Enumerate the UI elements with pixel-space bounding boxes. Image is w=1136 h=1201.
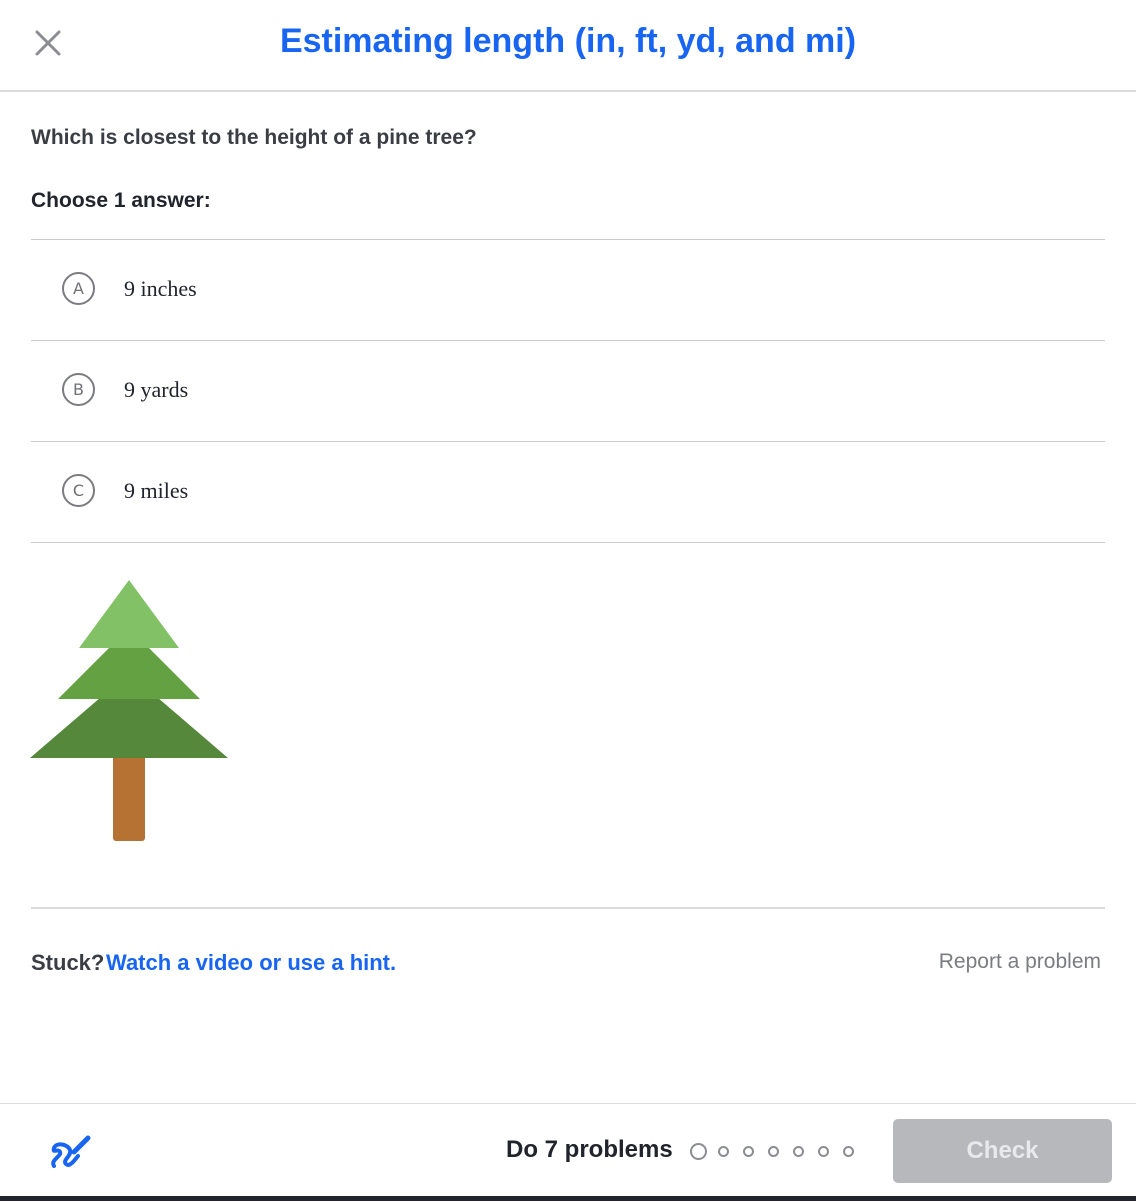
choice-unit: yards (140, 377, 189, 402)
progress-dot (818, 1146, 829, 1157)
progress-dot (768, 1146, 779, 1157)
choice-letter-c: C (62, 474, 95, 507)
page-title: Estimating length (in, ft, yd, and mi) (279, 22, 857, 60)
bottom-strip (0, 1196, 1136, 1201)
report-problem-link[interactable]: Report a problem (939, 950, 1101, 974)
progress-label: Do 7 problems (506, 1136, 673, 1163)
choice-a[interactable]: A 9 inches (31, 240, 1105, 341)
hint-link[interactable]: Watch a video or use a hint. (106, 950, 396, 976)
exercise-footer: Do 7 problems Check (0, 1103, 1136, 1201)
progress-dot (718, 1146, 729, 1157)
choice-letter-a: A (62, 272, 95, 305)
choice-number: 9 (124, 478, 135, 503)
choice-label-c: 9 miles (124, 478, 188, 504)
divider (31, 907, 1105, 909)
choice-unit: miles (140, 478, 189, 503)
choice-unit: inches (140, 276, 197, 301)
check-button[interactable]: Check (893, 1119, 1112, 1183)
answer-choices: A 9 inches B 9 yards C 9 miles (31, 239, 1105, 543)
choose-instruction: Choose 1 answer: (31, 189, 211, 212)
pine-tree-icon (30, 578, 230, 844)
choice-number: 9 (124, 377, 135, 402)
progress-dot (793, 1146, 804, 1157)
choice-letter-b: B (62, 373, 95, 406)
choice-number: 9 (124, 276, 135, 301)
exercise-header: Estimating length (in, ft, yd, and mi) (0, 0, 1136, 92)
progress-dots (690, 1143, 868, 1160)
progress-dot (843, 1146, 854, 1157)
progress-dot (743, 1146, 754, 1157)
progress-dot (690, 1143, 707, 1160)
choice-label-b: 9 yards (124, 377, 188, 403)
choice-c[interactable]: C 9 miles (31, 442, 1105, 543)
scratchpad-pencil-icon[interactable] (48, 1130, 92, 1174)
choice-label-a: 9 inches (124, 276, 197, 302)
stuck-label: Stuck? (31, 950, 105, 975)
choice-b[interactable]: B 9 yards (31, 341, 1105, 442)
question-prompt: Which is closest to the height of a pine… (31, 126, 477, 149)
